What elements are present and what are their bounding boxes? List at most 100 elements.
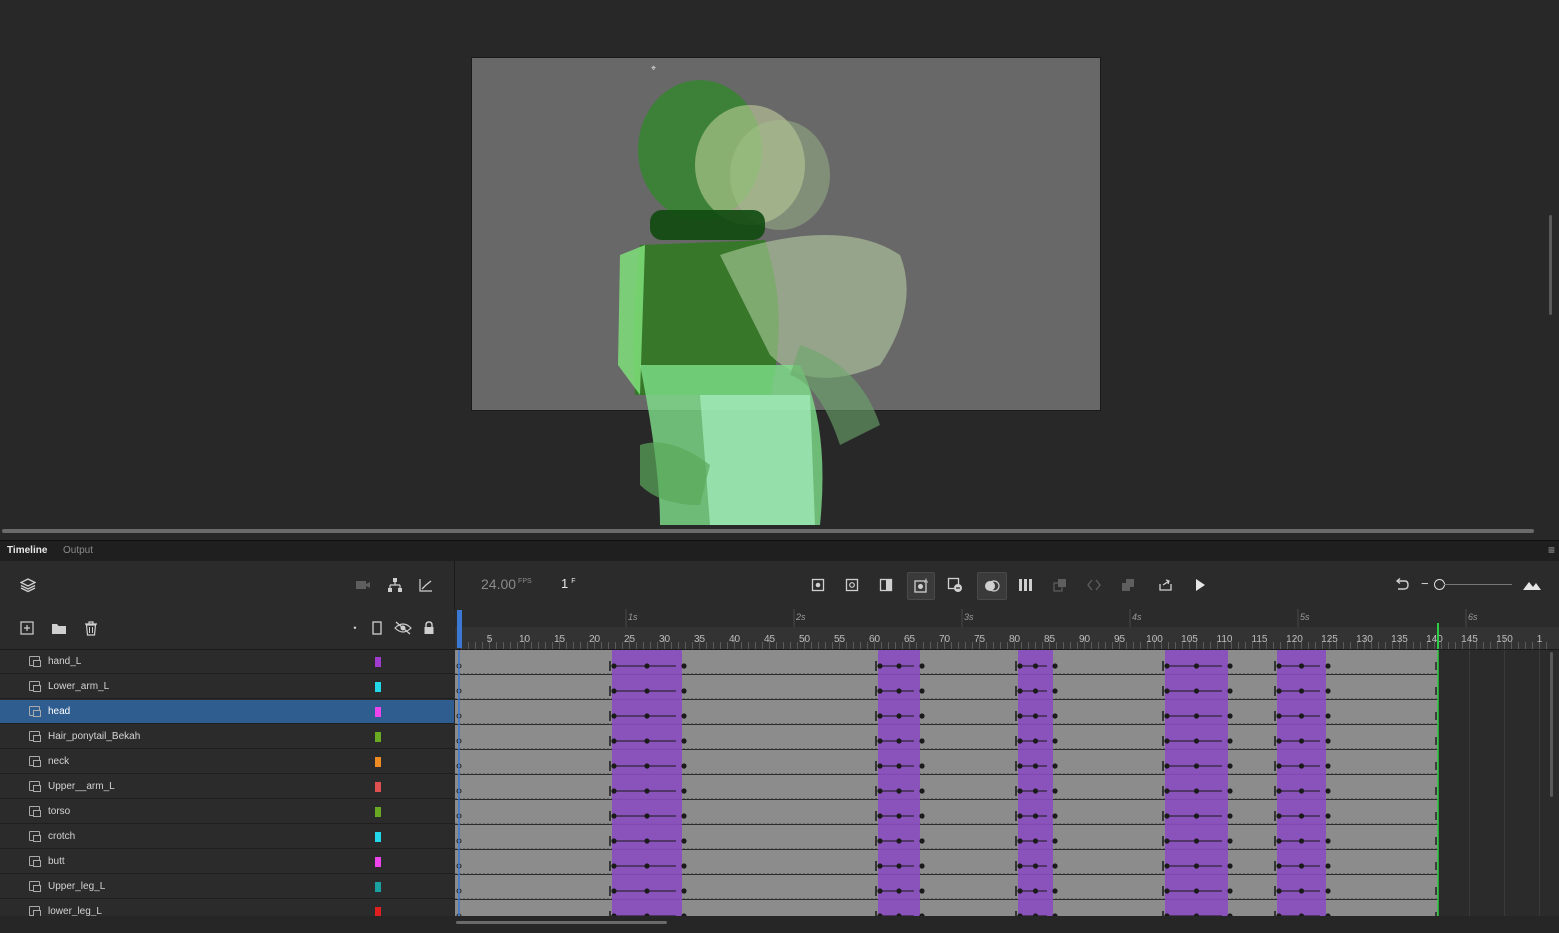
keyframe-dot[interactable] <box>644 688 650 694</box>
keyframe-dot[interactable] <box>896 788 902 794</box>
keyframe-dot[interactable] <box>877 663 883 669</box>
layer-row-lower_arm_l[interactable]: Lower_arm_L <box>0 675 454 699</box>
keyframe-dot[interactable] <box>1325 763 1331 769</box>
highlight-layer-icon[interactable]: • <box>344 617 366 639</box>
outline-icon[interactable] <box>366 617 388 639</box>
keyframe-dot[interactable] <box>896 688 902 694</box>
keyframe-dot[interactable] <box>1052 788 1058 794</box>
layer-outline-color[interactable] <box>375 732 381 742</box>
keyframe-dot[interactable] <box>644 888 650 894</box>
keyframe-dot[interactable] <box>1052 813 1058 819</box>
keyframe-dot[interactable] <box>1276 763 1282 769</box>
keyframe-dot[interactable] <box>1298 813 1305 819</box>
stage-area[interactable]: ⌖ <box>0 0 1559 528</box>
keyframe-dot[interactable] <box>1193 838 1200 844</box>
keyframe-dot[interactable] <box>681 738 687 744</box>
hide-layer-icon[interactable] <box>392 617 414 639</box>
keyframe-dot[interactable] <box>896 863 902 869</box>
keyframe-dot[interactable] <box>1017 763 1023 769</box>
insert-frame-icon[interactable] <box>875 574 897 596</box>
keyframe-dot[interactable] <box>919 738 925 744</box>
keyframe-dot[interactable] <box>1193 813 1200 819</box>
keyframe-dot[interactable] <box>1227 738 1233 744</box>
layers-icon[interactable] <box>17 574 39 596</box>
keyframe-dot[interactable] <box>1193 763 1200 769</box>
keyframe-dot[interactable] <box>1193 688 1200 694</box>
layer-row-crotch[interactable]: crotch <box>0 825 454 849</box>
layer-outline-color[interactable] <box>375 907 381 916</box>
keyframe-dot[interactable] <box>1052 738 1058 744</box>
keyframe-dot[interactable] <box>1032 888 1039 894</box>
keyframe-dot[interactable] <box>877 863 883 869</box>
keyframe-dot[interactable] <box>1017 788 1023 794</box>
keyframe-dot[interactable] <box>644 813 650 819</box>
keyframe-dot[interactable] <box>1276 838 1282 844</box>
keyframe-dot[interactable] <box>1052 888 1058 894</box>
keyframe-dot[interactable] <box>1298 738 1305 744</box>
keyframe-dot[interactable] <box>896 713 902 719</box>
keyframe-dot[interactable] <box>919 663 925 669</box>
keyframe-dot[interactable] <box>877 713 883 719</box>
insert-blank-keyframe-icon[interactable] <box>841 574 863 596</box>
keyframe-dot[interactable] <box>1227 788 1233 794</box>
keyframe-dot[interactable] <box>877 888 883 894</box>
keyframe-dot[interactable] <box>1017 738 1023 744</box>
keyframe-dot[interactable] <box>611 663 617 669</box>
keyframe-dot[interactable] <box>877 763 883 769</box>
frames-grid[interactable] <box>455 650 1559 916</box>
keyframe-dot[interactable] <box>1298 888 1305 894</box>
keyframe-dot[interactable] <box>1164 863 1170 869</box>
new-folder-icon[interactable] <box>48 617 70 639</box>
delete-frame-icon[interactable] <box>944 574 966 596</box>
keyframe-dot[interactable] <box>644 863 650 869</box>
keyframe-dot[interactable] <box>1276 788 1282 794</box>
layer-row-upper_leg_l[interactable]: Upper_leg_L <box>0 875 454 899</box>
keyframe-dot[interactable] <box>1325 863 1331 869</box>
keyframe-dot[interactable] <box>1276 688 1282 694</box>
stage-horizontal-scrollbar[interactable] <box>2 529 1534 533</box>
layer-outline-color[interactable] <box>375 657 381 667</box>
layer-outline-color[interactable] <box>375 782 381 792</box>
keyframe-dot[interactable] <box>1032 788 1039 794</box>
keyframe-dot[interactable] <box>1164 813 1170 819</box>
keyframe-dot[interactable] <box>1164 713 1170 719</box>
keyframe-dot[interactable] <box>1193 863 1200 869</box>
keyframe-dot[interactable] <box>1325 738 1331 744</box>
keyframe-dot[interactable] <box>1276 863 1282 869</box>
keyframe-dot[interactable] <box>1276 738 1282 744</box>
keyframe-dot[interactable] <box>1052 688 1058 694</box>
keyframe-dot[interactable] <box>1325 788 1331 794</box>
layer-outline-color[interactable] <box>375 707 381 717</box>
keyframe-dot[interactable] <box>1227 713 1233 719</box>
keyframe-dot[interactable] <box>644 788 650 794</box>
keyframe-dot[interactable] <box>681 788 687 794</box>
keyframe-dot[interactable] <box>1193 663 1200 669</box>
keyframe-dot[interactable] <box>1298 863 1305 869</box>
keyframe-dot[interactable] <box>896 738 902 744</box>
keyframe-dot[interactable] <box>896 813 902 819</box>
layer-outline-color[interactable] <box>375 882 381 892</box>
keyframe-dot[interactable] <box>1325 713 1331 719</box>
keyframe-dot[interactable] <box>1052 713 1058 719</box>
zoom-slider-track[interactable] <box>1444 584 1512 585</box>
keyframe-dot[interactable] <box>1298 838 1305 844</box>
fit-frames-icon[interactable] <box>1521 574 1543 596</box>
keyframe-dot[interactable] <box>1276 663 1282 669</box>
keyframe-dot[interactable] <box>644 838 650 844</box>
current-frame-display[interactable]: 1F <box>561 576 576 591</box>
keyframe-dot[interactable] <box>1032 763 1039 769</box>
keyframe-dot[interactable] <box>919 863 925 869</box>
keyframe-dot[interactable] <box>1052 763 1058 769</box>
keyframe-dot[interactable] <box>644 738 650 744</box>
onion-skin-icon[interactable] <box>977 572 1007 600</box>
keyframe-dot[interactable] <box>1193 713 1200 719</box>
keyframe-dot[interactable] <box>919 688 925 694</box>
keyframe-dot[interactable] <box>1017 713 1023 719</box>
playhead-marker[interactable] <box>457 610 462 648</box>
keyframe-dot[interactable] <box>1032 863 1039 869</box>
keyframe-dot[interactable] <box>1298 788 1305 794</box>
keyframe-dot[interactable] <box>681 813 687 819</box>
trash-icon[interactable] <box>80 617 102 639</box>
keyframe-dot[interactable] <box>1017 688 1023 694</box>
keyframe-dot[interactable] <box>896 888 902 894</box>
